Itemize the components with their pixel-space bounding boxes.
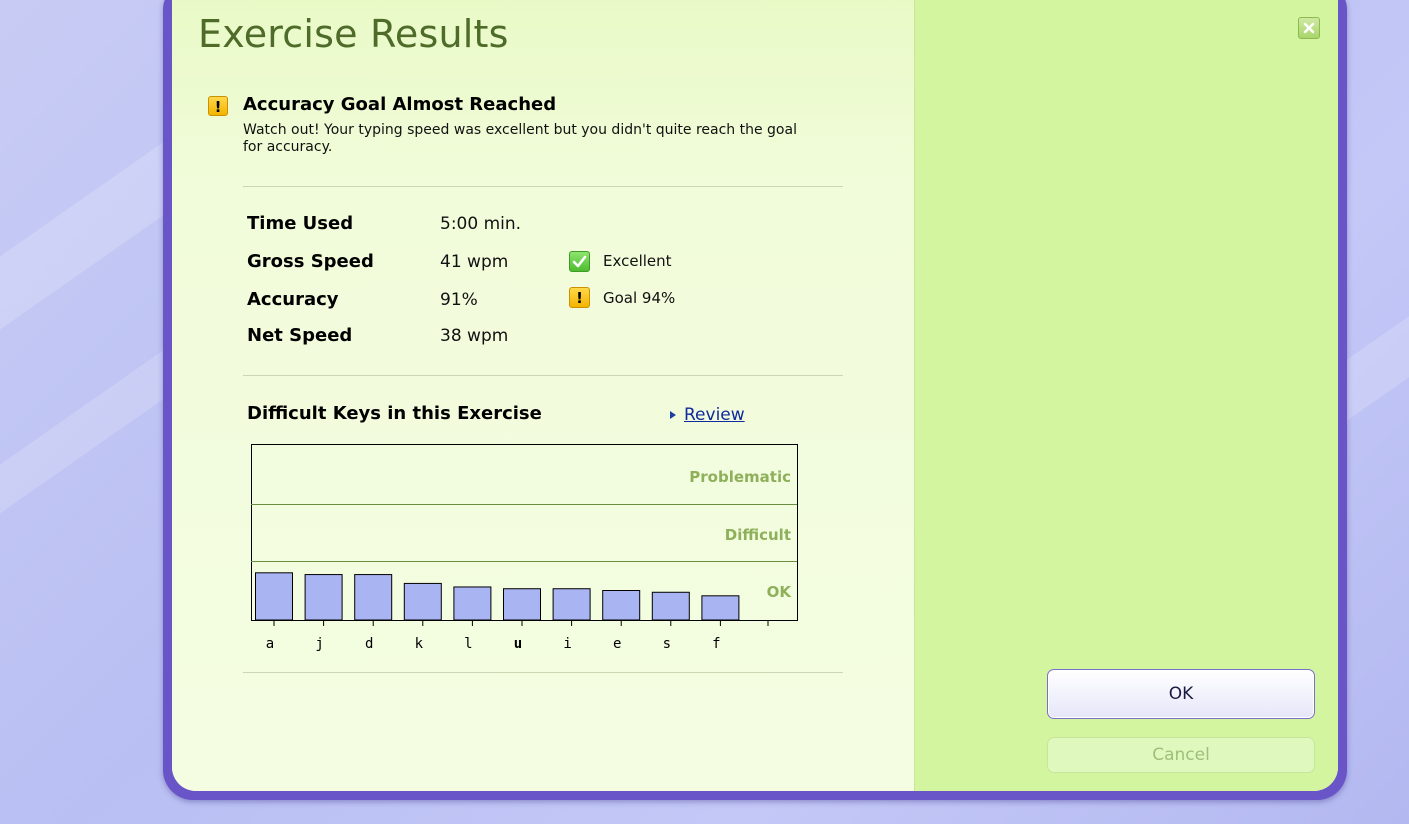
key-label: e (613, 636, 621, 652)
key-bar (354, 574, 393, 621)
key-bar (602, 590, 641, 621)
stat-note-accuracy: Goal 94% (603, 289, 676, 307)
band-label: Difficult (725, 526, 791, 544)
close-button[interactable] (1298, 17, 1320, 39)
review-link[interactable]: Review (684, 405, 745, 425)
band-label: OK (767, 583, 793, 601)
divider (243, 186, 843, 187)
dialog-title: Exercise Results (198, 12, 509, 56)
check-icon (569, 251, 590, 272)
stat-value-accuracy: 91% (440, 290, 478, 310)
key-label: j (315, 636, 323, 652)
key-label: i (563, 636, 571, 652)
key-label: s (663, 636, 671, 652)
key-label: a (266, 636, 274, 652)
stat-value-net-speed: 38 wpm (440, 326, 509, 346)
triangle-right-icon (670, 411, 676, 419)
difficult-keys-title: Difficult Keys in this Exercise (247, 403, 542, 424)
status-title: Accuracy Goal Almost Reached (243, 94, 557, 115)
ok-button[interactable]: OK (1047, 669, 1315, 719)
key-bar (552, 588, 591, 621)
stat-value-time-used: 5:00 min. (440, 214, 522, 234)
key-label: k (415, 636, 424, 652)
key-bar (403, 582, 442, 621)
key-label: l (464, 636, 472, 652)
dialog-body: Exercise Results ! Accuracy Goal Almost … (172, 0, 1338, 791)
key-bar (651, 591, 690, 621)
warning-icon: ! (208, 96, 228, 116)
divider (243, 672, 843, 673)
key-bar (453, 586, 492, 621)
key-label: f (712, 636, 720, 652)
stat-note-gross-speed: Excellent (603, 252, 672, 270)
stat-label-gross-speed: Gross Speed (247, 251, 374, 272)
divider (243, 375, 843, 376)
difficult-keys-chart: Problematic Difficult OK a j d k l u i e s f (251, 444, 798, 652)
results-pane: Exercise Results ! Accuracy Goal Almost … (172, 0, 914, 791)
key-bar (503, 588, 541, 621)
close-icon (1303, 22, 1315, 34)
stat-label-accuracy: Accuracy (247, 289, 339, 310)
key-bar (255, 572, 293, 621)
key-bar (304, 574, 343, 621)
warning-icon: ! (569, 287, 590, 308)
key-bar (701, 595, 740, 621)
exercise-results-dialog: Exercise Results ! Accuracy Goal Almost … (163, 0, 1347, 800)
stat-value-gross-speed: 41 wpm (440, 252, 509, 272)
key-label: u (514, 636, 522, 652)
band-label: Problematic (689, 468, 791, 486)
status-description: Watch out! Your typing speed was excelle… (243, 122, 797, 155)
cancel-button[interactable]: Cancel (1047, 737, 1315, 773)
stat-label-time-used: Time Used (247, 213, 354, 234)
stat-label-net-speed: Net Speed (247, 325, 353, 346)
key-label: d (365, 636, 373, 652)
